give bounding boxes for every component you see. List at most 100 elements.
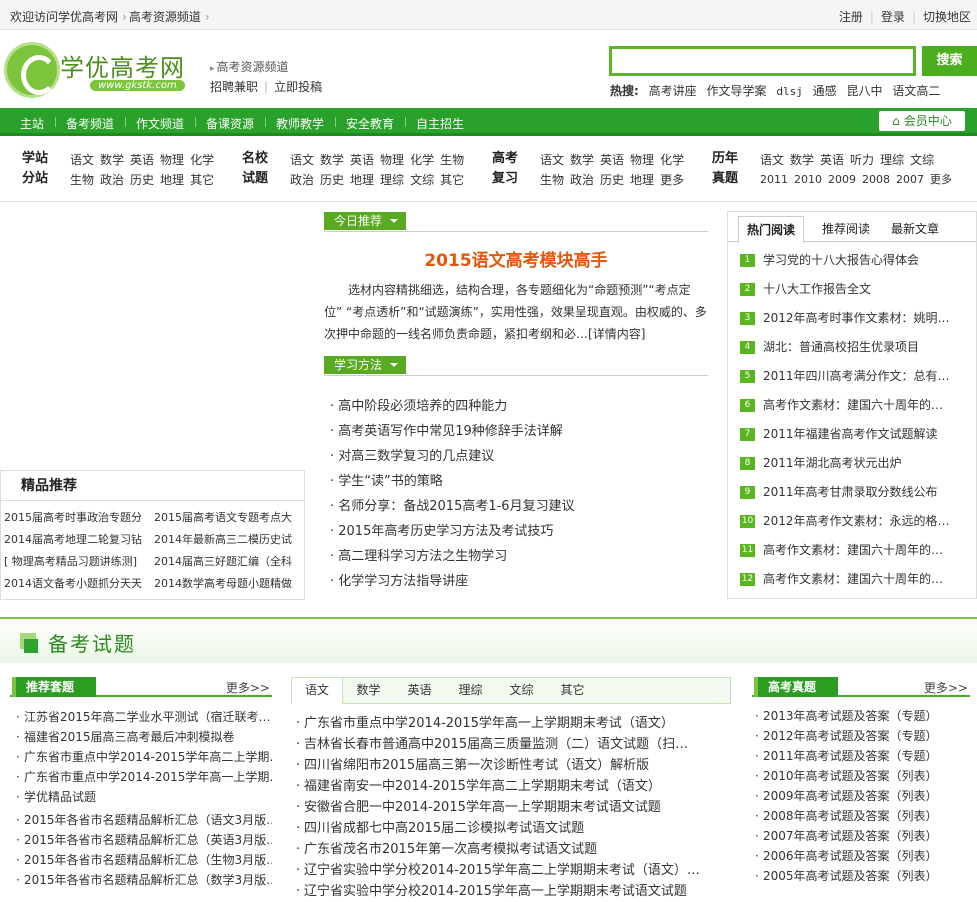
list-item[interactable]: 2015年各省市名题精品解析汇总（生物3月版… [16,850,272,870]
subnav-link[interactable]: 英语 [130,153,154,167]
list-item[interactable]: 2005年高考试题及答案（列表） [755,866,969,886]
list-item[interactable]: 2008年高考试题及答案（列表） [755,806,969,826]
list-item[interactable]: 高考英语写作中常见19种修辞手法详解 [324,419,708,444]
subnav-link[interactable]: 英语 [350,153,374,167]
subnav-link[interactable]: 地理 [630,173,654,187]
list-item[interactable]: 6 高考作文素材：建国六十周年的… [728,391,976,420]
hot-item[interactable]: 通感 [813,84,837,98]
welcome-link[interactable]: 欢迎访问学优高考网 [10,10,118,24]
list-item[interactable]: 5 2011年四川高考满分作文：总有… [728,362,976,391]
switch-region-link[interactable]: 切换地区 [923,10,971,24]
picks-item[interactable]: 2014届高考地理二轮复习钻 [4,531,152,547]
subnav-link[interactable]: 化学 [660,153,684,167]
list-item[interactable]: 广东省市重点中学2014-2015学年高一上学期… [16,767,272,787]
subnav-link[interactable]: 更多 [660,173,684,187]
list-item[interactable]: 安徽省合肥一中2014-2015学年高一上学期期末考试语文试题 [296,797,724,818]
subnav-link[interactable]: 生物 [70,173,94,187]
methods-tag[interactable]: 学习方法 [324,356,407,374]
tab-chinese[interactable]: 语文 [292,678,343,704]
tab-latest[interactable]: 最新文章 [891,220,939,237]
list-item[interactable]: 学生“读”书的策略 [324,469,708,494]
hot-item[interactable]: 昆八中 [847,84,883,98]
list-item[interactable]: 2011年高考试题及答案（专题） [755,746,969,766]
site-logo[interactable]: 学优高考网 www.gkstk.com [4,42,186,98]
subnav-link[interactable]: 2011 [760,173,788,186]
search-button[interactable]: 搜索 [922,46,977,76]
subnav-link[interactable]: 物理 [380,153,404,167]
search-input[interactable] [609,46,916,76]
list-item[interactable]: 3 2012年高考时事作文素材：姚明… [728,304,976,333]
list-item[interactable]: 10 2012年高考作文素材：永远的格… [728,507,976,536]
list-item[interactable]: 2006年高考试题及答案（列表） [755,846,969,866]
list-item[interactable]: 四川省成都七中高2015届二诊模拟考试语文试题 [296,818,724,839]
subnav-link[interactable]: 语文 [540,153,564,167]
more-link[interactable]: 更多>> [226,679,270,696]
subnav-link[interactable]: 2007 [896,173,924,186]
subnav-link[interactable]: 2010 [794,173,822,186]
subnav-link[interactable]: 政治 [290,173,314,187]
member-center-button[interactable]: ⌂ 会员中心 [879,111,965,131]
list-item[interactable]: 2015年各省市名题精品解析汇总（语文3月版… [16,810,272,830]
list-item[interactable]: 四川省绵阳市2015届高三第一次诊断性考试（语文）解析版 [296,755,724,776]
list-item[interactable]: 2015年高考历史学习方法及考试技巧 [324,519,708,544]
picks-item[interactable]: [ 物理高考精品习题讲练测] [4,553,152,569]
tab-science[interactable]: 理综 [445,678,496,704]
subnav-link[interactable]: 历史 [600,173,624,187]
list-item[interactable]: 化学学习方法指导讲座 [324,569,708,594]
subnav-link[interactable]: 2008 [862,173,890,186]
list-item[interactable]: 12 高考作文素材：建国六十周年的… [728,565,976,594]
picks-item[interactable]: 2014年最新高三二模历史试 [154,531,302,547]
list-item[interactable]: 江苏省2015年高二学业水平测试（宿迁联考… [16,707,272,727]
subnav-link[interactable]: 文综 [910,153,934,167]
subnav-link[interactable]: 生物 [440,153,464,167]
tab-liberal-arts[interactable]: 文综 [496,678,547,704]
subnav-link[interactable]: 数学 [570,153,594,167]
picks-item[interactable]: 2014数学高考母题小题精做 [154,575,302,591]
list-item[interactable]: 2015年各省市名题精品解析汇总（数学3月版… [16,870,272,890]
more-link[interactable]: 更多>> [924,679,968,696]
list-item[interactable]: 学优精品试题 [16,787,272,807]
list-item[interactable]: 2007年高考试题及答案（列表） [755,826,969,846]
picks-item[interactable]: 2014届高三好题汇编（全科 [154,553,302,569]
feature-title[interactable]: 2015语文高考模块高手 [324,246,708,271]
list-item[interactable]: 广东省茂名市2015年第一次高考模拟考试语文试题 [296,839,724,860]
list-item[interactable]: 名师分享：备战2015高考1-6月复习建议 [324,494,708,519]
nav-item-teaching[interactable]: 教师教学 [276,115,337,132]
list-item[interactable]: 4 湖北：普通高校招生优录项目 [728,333,976,362]
picks-item[interactable]: 2015届高考语文专题考点大 [154,509,302,525]
subnav-link[interactable]: 语文 [760,153,784,167]
subnav-link[interactable]: 化学 [190,153,214,167]
nav-item-home[interactable]: 主站 [20,115,57,132]
picks-item[interactable]: 2015届高考时事政治专题分 [4,509,152,525]
list-item[interactable]: 2010年高考试题及答案（列表） [755,766,969,786]
tab-english[interactable]: 英语 [394,678,445,704]
list-item[interactable]: 1 学习党的十八大报告心得体会 [728,246,976,275]
list-item[interactable]: 9 2011年高考甘肃录取分数线公布 [728,478,976,507]
tab-math[interactable]: 数学 [343,678,394,704]
list-item[interactable]: 高二理科学习方法之生物学习 [324,544,708,569]
subnav-link[interactable]: 地理 [160,173,184,187]
list-item[interactable]: 吉林省长春市普通高中2015届高三质量监测（二）语文试题（扫… [296,734,724,755]
list-item[interactable]: 2012年高考试题及答案（专题） [755,726,969,746]
subnav-link[interactable]: 历史 [130,173,154,187]
hot-item[interactable]: 作文导学案 [706,84,766,98]
subnav-link[interactable]: 政治 [100,173,124,187]
tab-hot-reading[interactable]: 热门阅读 [738,216,805,243]
subnav-link[interactable]: 数学 [320,153,344,167]
tab-other[interactable]: 其它 [547,678,598,704]
subnav-link[interactable]: 其它 [190,173,214,187]
subnav-link[interactable]: 理综 [380,173,404,187]
subnav-link[interactable]: 地理 [350,173,374,187]
list-item[interactable]: 2009年高考试题及答案（列表） [755,786,969,806]
list-item[interactable]: 广东省市重点中学2014-2015学年高一上学期期末考试（语文） [296,713,724,734]
list-item[interactable]: 福建省南安一中2014-2015学年高二上学期期末考试（语文） [296,776,724,797]
subnav-link[interactable]: 物理 [160,153,184,167]
register-link[interactable]: 注册 [839,10,863,24]
today-tag[interactable]: 今日推荐 [324,212,407,230]
breadcrumb-channel[interactable]: 高考资源频道 [129,10,201,24]
tab-recommended[interactable]: 推荐阅读 [822,220,870,237]
subnav-link[interactable]: 更多 [930,173,952,186]
list-item[interactable]: 高中阶段必须培养的四种能力 [324,394,708,419]
list-item[interactable]: 福建省2015届高三高考最后冲刺模拟卷 [16,727,272,747]
subnav-link[interactable]: 其它 [440,173,464,187]
